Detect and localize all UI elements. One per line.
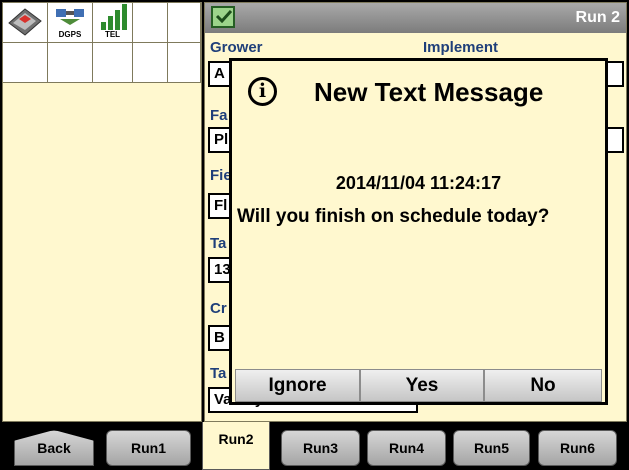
new-text-message-dialog: i New Text Message 2014/11/04 11:24:17 W… — [229, 58, 608, 405]
info-icon: i — [248, 77, 277, 106]
grower-label: Grower — [210, 39, 263, 56]
status-cell-empty-6 — [133, 43, 168, 83]
back-button[interactable]: Back — [14, 430, 94, 466]
tab-run1[interactable]: Run1 — [106, 430, 191, 466]
run-tab-bar: Back Run1 Run2 Run3 Run4 Run5 Run6 — [0, 422, 629, 470]
yes-button[interactable]: Yes — [360, 369, 484, 402]
status-panel: DGPS TEL — [2, 2, 202, 422]
run-title-bar: Run 2 — [205, 3, 626, 33]
tank-label: Ta — [210, 365, 227, 382]
gps-receiver-icon — [8, 8, 42, 36]
dgps-icon — [56, 9, 84, 25]
status-cell-empty-7 — [168, 43, 201, 83]
status-icon-grid: DGPS TEL — [3, 3, 201, 83]
status-cell-empty-2 — [168, 3, 201, 43]
telematics-cell[interactable]: TEL — [93, 3, 133, 43]
telematics-label: TEL — [104, 30, 121, 39]
message-body: Will you finish on schedule today? — [237, 206, 550, 227]
farm-label: Fa — [210, 107, 228, 124]
tab-run3[interactable]: Run3 — [281, 430, 360, 466]
run-title: Run 2 — [575, 9, 620, 26]
checkmark-icon[interactable] — [211, 6, 235, 28]
signal-bars-icon — [101, 4, 127, 30]
gps-receiver-cell[interactable] — [3, 3, 48, 43]
dgps-label: DGPS — [58, 30, 82, 39]
status-cell-empty-1 — [133, 3, 168, 43]
status-cell-empty-3 — [3, 43, 48, 83]
tab-run6[interactable]: Run6 — [538, 430, 617, 466]
dialog-button-row: Ignore Yes No — [235, 369, 602, 402]
no-button[interactable]: No — [484, 369, 602, 402]
ignore-button[interactable]: Ignore — [235, 369, 360, 402]
status-cell-empty-4 — [48, 43, 93, 83]
tab-run4[interactable]: Run4 — [367, 430, 446, 466]
tab-run5[interactable]: Run5 — [453, 430, 530, 466]
message-timestamp: 2014/11/04 11:24:17 — [335, 173, 502, 193]
dialog-title: New Text Message — [314, 77, 544, 107]
dgps-cell[interactable]: DGPS — [48, 3, 93, 43]
tab-run2[interactable]: Run2 — [202, 422, 270, 470]
task-label: Ta — [210, 235, 227, 252]
status-cell-empty-5 — [93, 43, 133, 83]
crop-label: Cr — [210, 300, 227, 317]
implement-label: Implement — [423, 39, 499, 56]
